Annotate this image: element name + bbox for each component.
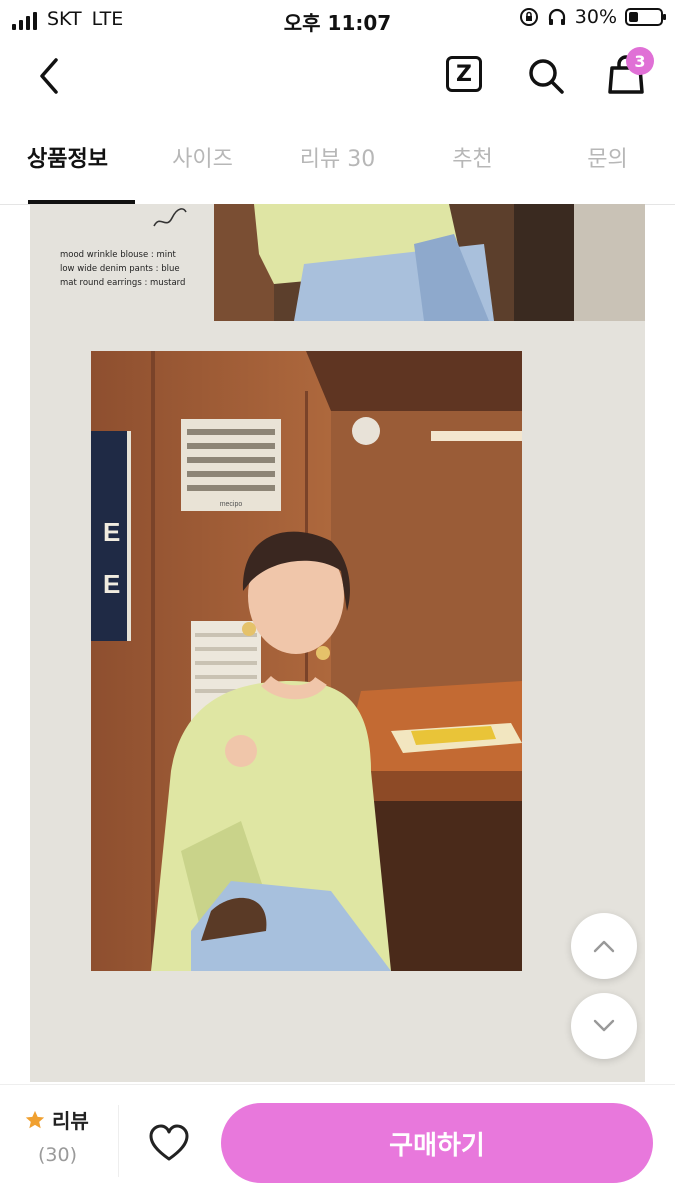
tab-size[interactable]: 사이즈 (135, 124, 270, 204)
cart-count-badge: 3 (626, 47, 654, 75)
status-bar: SKT LTE 오후 11:07 30% (0, 0, 675, 38)
bottom-action-bar: 리뷰 (30) 구매하기 (0, 1084, 675, 1201)
photo-main-illustration: mecipo E E (91, 351, 522, 971)
tab-inquiry[interactable]: 문의 (540, 124, 675, 204)
chevron-left-icon (40, 58, 58, 94)
vent-label: mecipo (220, 501, 243, 508)
chevron-down-icon (593, 1019, 615, 1032)
z-label: Z (456, 61, 472, 87)
back-button[interactable] (32, 56, 68, 96)
orientation-lock-icon (519, 8, 538, 26)
poster-letter: E (103, 517, 120, 547)
battery-percent: 30% (574, 6, 617, 28)
status-right: 30% (519, 6, 666, 28)
scroll-down-button[interactable] (571, 993, 637, 1059)
review-summary-button[interactable]: 리뷰 (30) (24, 1105, 114, 1166)
outfit-caption: mood wrinkle blouse : mint low wide deni… (60, 248, 185, 290)
battery-fill (629, 12, 638, 22)
wishlist-button[interactable] (148, 1123, 190, 1163)
chevron-up-icon (593, 940, 615, 953)
scroll-up-button[interactable] (571, 913, 637, 979)
photo-top-illustration (214, 204, 645, 321)
battery-icon (625, 8, 666, 26)
headphones-icon (548, 8, 565, 25)
tab-recommend[interactable]: 추천 (405, 124, 540, 204)
product-photo-main: mecipo E E (91, 351, 522, 971)
caption-line: mat round earrings : mustard (60, 278, 186, 288)
top-navigation: Z 3 (0, 38, 675, 116)
product-detail-content: mood wrinkle blouse : mint low wide deni… (30, 204, 645, 1082)
review-row: 리뷰 (24, 1105, 114, 1134)
heart-icon (149, 1124, 189, 1161)
poster-letter: E (103, 569, 120, 599)
squiggle-decoration (153, 208, 187, 227)
caption-line: mood wrinkle blouse : mint (60, 250, 176, 260)
star-icon (25, 1110, 45, 1128)
divider (118, 1105, 119, 1177)
search-button[interactable] (526, 56, 566, 96)
buy-button[interactable]: 구매하기 (221, 1103, 653, 1183)
review-label: 리뷰 (52, 1109, 89, 1133)
product-tabs: 상품정보 사이즈 리뷰 30 추천 문의 (0, 124, 675, 205)
buy-label: 구매하기 (389, 1130, 485, 1161)
review-count: (30) (38, 1144, 78, 1166)
zigzag-z-button[interactable]: Z (446, 56, 482, 92)
search-icon (529, 59, 564, 94)
tab-product-info[interactable]: 상품정보 (0, 124, 135, 204)
tab-reviews[interactable]: 리뷰 30 (270, 124, 405, 204)
caption-line: low wide denim pants : blue (60, 264, 180, 274)
product-photo-top (214, 204, 645, 321)
